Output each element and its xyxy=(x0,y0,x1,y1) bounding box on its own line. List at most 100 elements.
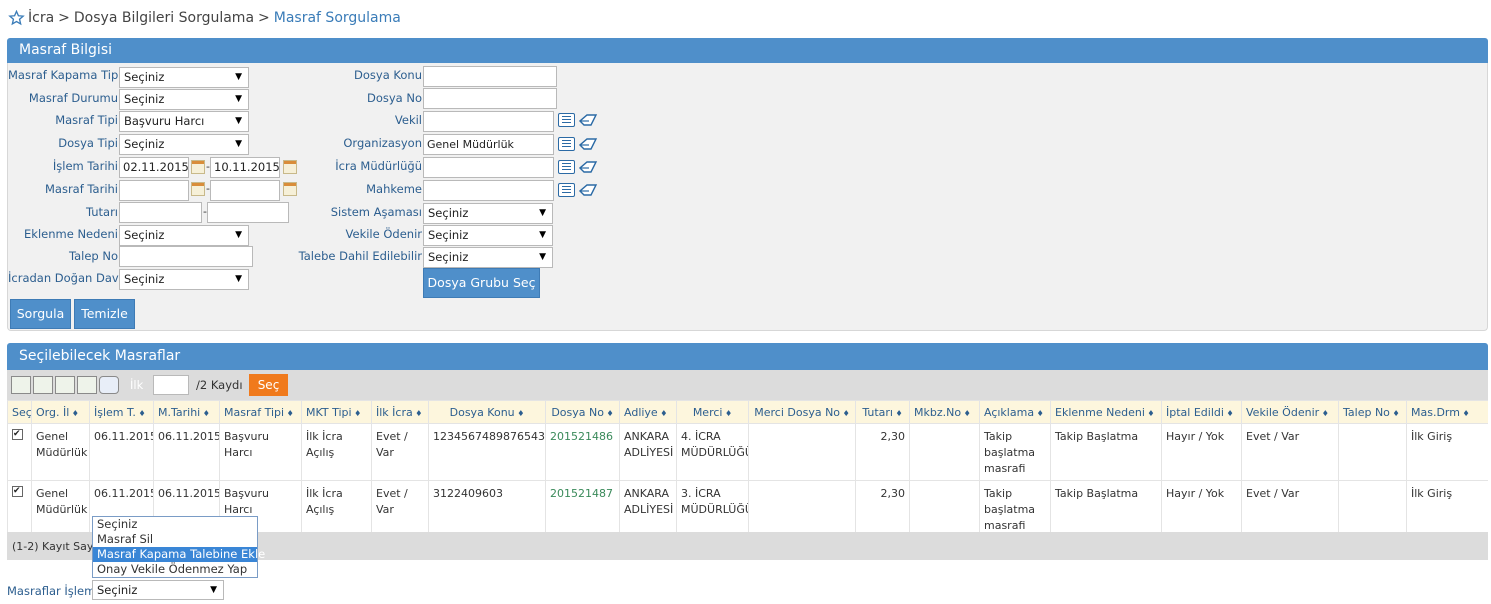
row-select-cell xyxy=(7,423,32,481)
column-header[interactable]: Mkbz.No ♦ xyxy=(909,400,980,424)
masraflar-islem-select[interactable]: Seçiniz ▼ xyxy=(92,580,224,600)
column-header[interactable]: Vekile Ödenir ♦ xyxy=(1241,400,1339,424)
pager-ilk-input[interactable] xyxy=(153,375,189,395)
column-header[interactable]: Eklenme Nedeni ♦ xyxy=(1050,400,1162,424)
eraser-icon[interactable] xyxy=(579,138,598,150)
icra-mudurlugu-input[interactable] xyxy=(423,157,554,178)
sort-icon[interactable]: ♦ xyxy=(893,409,903,418)
sort-icon[interactable]: ♦ xyxy=(604,409,613,418)
organizasyon-input[interactable]: Genel Müdürlük xyxy=(423,134,554,155)
masraf-tipi-select[interactable]: Başvuru Harcı ▼ xyxy=(119,111,249,132)
mahkeme-input[interactable] xyxy=(423,180,554,201)
breadcrumb-item-icra[interactable]: İcra xyxy=(28,10,54,26)
dosya-konu-input[interactable] xyxy=(423,66,557,87)
sort-icon[interactable]: ♦ xyxy=(136,409,145,418)
star-icon[interactable] xyxy=(8,10,25,26)
sort-icon[interactable]: ♦ xyxy=(1145,409,1154,418)
column-header[interactable]: Masraf Tipi ♦ xyxy=(219,400,302,424)
vekil-input[interactable] xyxy=(423,111,554,132)
list-icon[interactable] xyxy=(558,113,575,127)
islem-tarihi-to-input[interactable]: 10.11.2015 xyxy=(210,157,280,178)
dropdown-option[interactable]: Onay Vekile Ödenmez Yap xyxy=(93,562,257,577)
sort-icon[interactable]: ♦ xyxy=(413,409,422,418)
sorgula-button[interactable]: Sorgula xyxy=(10,299,71,329)
cell-islem-t: 06.11.2015 xyxy=(89,423,154,481)
islem-tarihi-from-input[interactable]: 02.11.2015 xyxy=(119,157,189,178)
table-row[interactable]: Genel Müdürlük06.11.201506.11.2015Başvur… xyxy=(7,423,1488,481)
sort-icon[interactable]: ♦ xyxy=(658,409,667,418)
row-checkbox[interactable] xyxy=(12,483,23,499)
sort-icon[interactable]: ♦ xyxy=(200,409,210,418)
vekile-odenir-select[interactable]: Seçiniz ▼ xyxy=(423,225,553,246)
dropdown-option[interactable]: Masraf Kapama Talebine Ekle xyxy=(93,547,265,562)
temizle-button[interactable]: Temizle xyxy=(74,299,135,329)
icradan-dogan-dava-select[interactable]: Seçiniz ▼ xyxy=(119,269,249,290)
column-header[interactable]: Dosya No ♦ xyxy=(545,400,620,424)
breadcrumb-item-dosya-bilgileri[interactable]: Dosya Bilgileri Sorgulama xyxy=(74,10,254,26)
dosya-grubu-sec-button[interactable]: Dosya Grubu Seç xyxy=(423,268,540,298)
sort-icon[interactable]: ♦ xyxy=(515,409,524,418)
list-icon[interactable] xyxy=(558,183,575,197)
dosya-no-input[interactable] xyxy=(423,88,557,109)
column-header[interactable]: Tutarı ♦ xyxy=(855,400,910,424)
sistem-asamasi-select[interactable]: Seçiniz ▼ xyxy=(423,203,553,224)
column-header[interactable]: İptal Edildi ♦ xyxy=(1161,400,1242,424)
tutari-to-input[interactable] xyxy=(207,202,289,223)
cell-dosya-no[interactable]: 201521486 xyxy=(545,423,620,481)
column-header[interactable]: Merci ♦ xyxy=(676,400,749,424)
talep-no-input[interactable] xyxy=(119,246,253,267)
export-excel-icon[interactable] xyxy=(11,376,31,394)
sort-icon[interactable]: ♦ xyxy=(1034,409,1044,418)
eraser-icon[interactable] xyxy=(579,184,598,196)
column-header[interactable]: Açıklama ♦ xyxy=(979,400,1051,424)
sort-icon[interactable]: ♦ xyxy=(961,409,971,418)
masraf-kapama-tipi-select[interactable]: Seçiniz ▼ xyxy=(119,67,249,88)
column-header-label: Tutarı xyxy=(862,405,893,419)
sort-icon[interactable]: ♦ xyxy=(1460,409,1470,418)
sort-icon[interactable]: ♦ xyxy=(69,409,79,418)
sort-icon[interactable]: ♦ xyxy=(1319,409,1329,418)
list-icon[interactable] xyxy=(558,137,575,151)
talebe-dahil-select[interactable]: Seçiniz ▼ xyxy=(423,247,553,268)
cell-dosya-no[interactable]: 201521487 xyxy=(545,480,620,532)
cell-mkbz-no xyxy=(909,480,980,532)
row-checkbox[interactable] xyxy=(12,426,23,442)
dropdown-option[interactable]: Seçiniz xyxy=(93,517,257,532)
list-icon[interactable] xyxy=(558,160,575,174)
sort-icon[interactable]: ♦ xyxy=(352,409,361,418)
column-header[interactable]: Talep No ♦ xyxy=(1338,400,1407,424)
sort-icon[interactable]: ♦ xyxy=(722,409,732,418)
dropdown-option[interactable]: Masraf Sil xyxy=(93,532,257,547)
column-header[interactable]: İşlem T. ♦ xyxy=(89,400,154,424)
column-header[interactable]: İlk İcra ♦ xyxy=(371,400,429,424)
column-header-label: Merci xyxy=(692,405,723,419)
column-header[interactable]: MKT Tipi ♦ xyxy=(301,400,372,424)
column-header[interactable]: Dosya Konu ♦ xyxy=(428,400,546,424)
eklenme-nedeni-select[interactable]: Seçiniz ▼ xyxy=(119,225,249,246)
column-header[interactable]: Adliye ♦ xyxy=(619,400,677,424)
column-header[interactable]: Merci Dosya No ♦ xyxy=(748,400,856,424)
sort-icon[interactable]: ♦ xyxy=(1224,409,1233,418)
eraser-icon[interactable] xyxy=(579,114,598,126)
refresh-icon[interactable] xyxy=(99,376,119,394)
export-pdf-icon[interactable] xyxy=(33,376,53,394)
sort-icon[interactable]: ♦ xyxy=(284,409,294,418)
dosya-tipi-select[interactable]: Seçiniz ▼ xyxy=(119,134,249,155)
tutari-from-input[interactable] xyxy=(119,202,202,223)
sort-icon[interactable]: ♦ xyxy=(1390,409,1399,418)
export-csv-icon[interactable] xyxy=(77,376,97,394)
masraf-durumu-select[interactable]: Seçiniz ▼ xyxy=(119,89,249,110)
export-word-icon[interactable] xyxy=(55,376,75,394)
masraf-tarihi-from-input[interactable] xyxy=(119,180,189,201)
eraser-icon[interactable] xyxy=(579,161,598,173)
column-header[interactable]: Mas.Drm ♦ xyxy=(1406,400,1488,424)
masraf-tarihi-to-input[interactable] xyxy=(210,180,280,201)
calendar-icon[interactable] xyxy=(191,160,205,174)
column-header-label: Açıklama xyxy=(984,405,1035,419)
pager-sec-button[interactable]: Seç xyxy=(249,374,288,396)
column-header[interactable]: Org. İl ♦ xyxy=(31,400,90,424)
sort-icon[interactable]: ♦ xyxy=(840,409,850,418)
column-header[interactable]: Seç xyxy=(7,400,32,424)
column-header[interactable]: M.Tarihi ♦ xyxy=(153,400,220,424)
calendar-icon[interactable] xyxy=(191,182,205,196)
